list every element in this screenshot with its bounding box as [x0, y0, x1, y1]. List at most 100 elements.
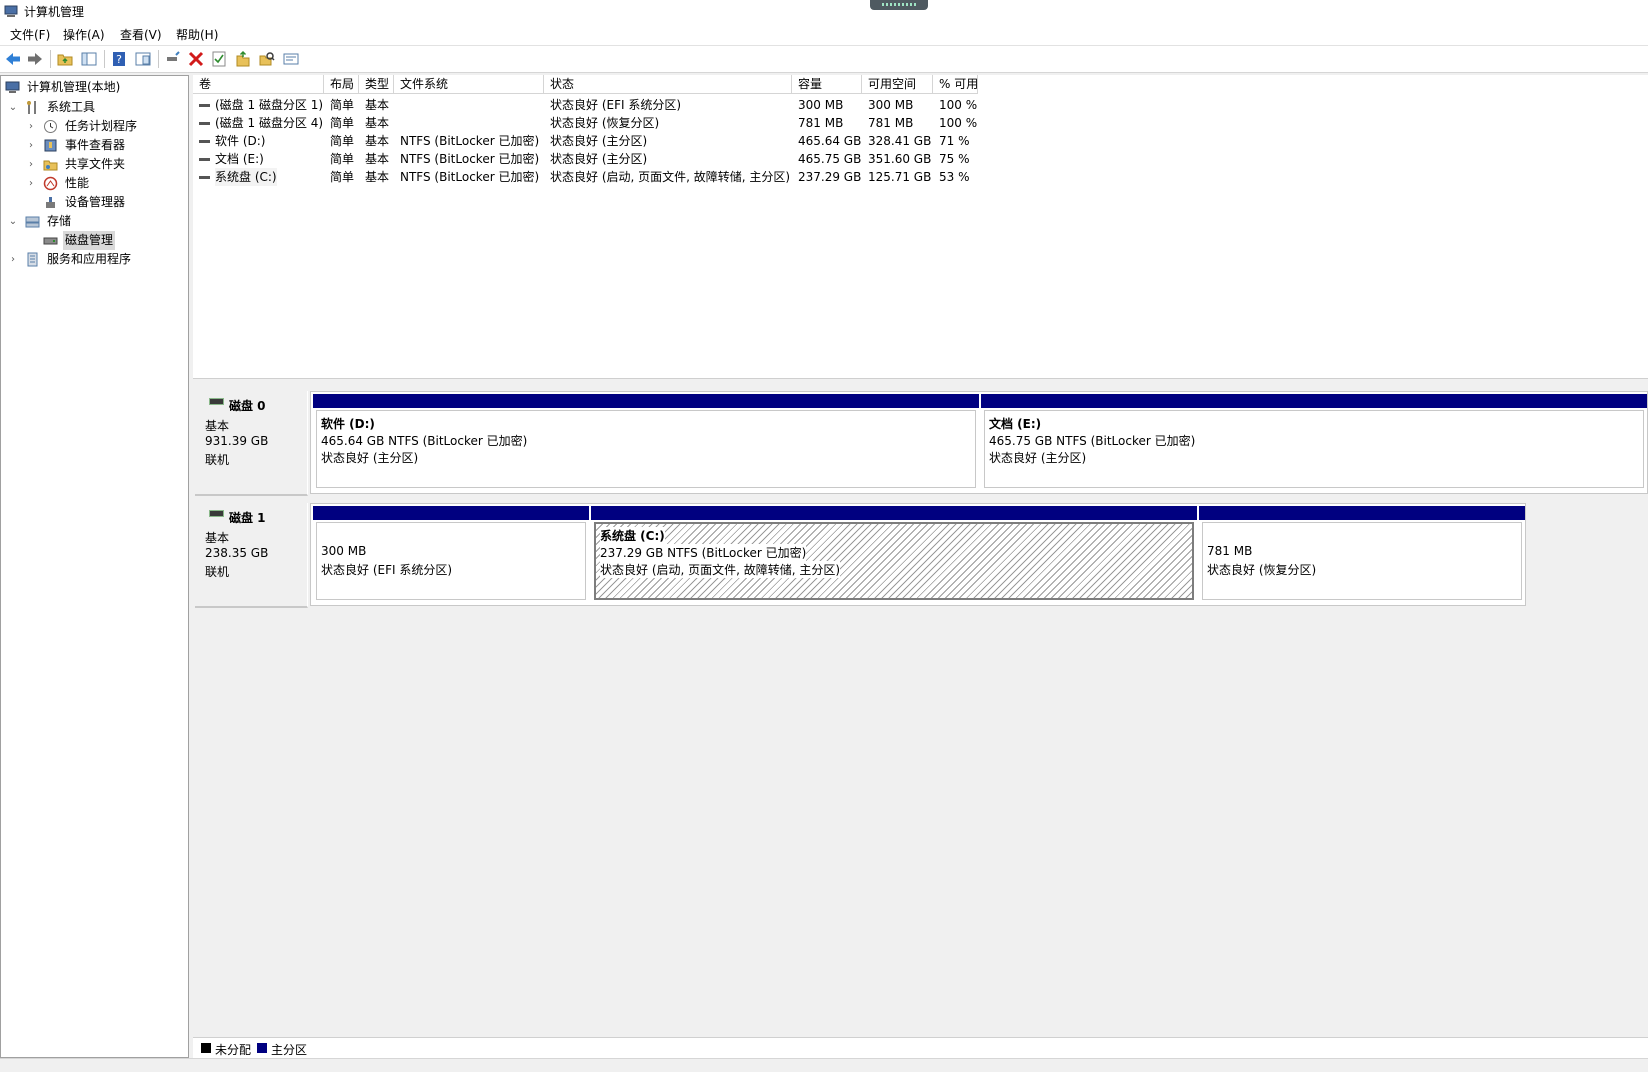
disk-size: 238.35 GB	[205, 546, 269, 560]
show-tree-icon[interactable]	[80, 50, 98, 68]
chevron-right-icon[interactable]: ›	[25, 136, 37, 155]
partition-body: 300 MB 状态良好 (EFI 系统分区)	[316, 522, 586, 600]
partition-status: 状态良好 (主分区)	[321, 451, 419, 465]
back-icon[interactable]	[4, 50, 22, 68]
up-folder-icon[interactable]	[56, 50, 74, 68]
search-icon[interactable]	[258, 50, 276, 68]
event-viewer-icon	[44, 139, 57, 152]
chevron-right-icon[interactable]: ›	[25, 117, 37, 136]
storage-icon	[25, 216, 40, 228]
performance-icon	[43, 176, 58, 191]
svg-text:?: ?	[116, 53, 122, 66]
cell-volume: 系统盘 (C:)	[215, 168, 277, 186]
chevron-right-icon[interactable]: ›	[7, 250, 19, 269]
window-grabber[interactable]	[870, 0, 928, 10]
partition-c[interactable]: 系统盘 (C:) 237.29 GB NTFS (BitLocker 已加密) …	[591, 506, 1197, 603]
partition-info: 300 MB	[321, 544, 367, 558]
tree-item-storage[interactable]: ⌄ 存储	[7, 212, 183, 231]
tree-item-event-viewer[interactable]: › 事件查看器	[25, 136, 185, 155]
delete-icon[interactable]	[187, 50, 205, 68]
cell-volume: (磁盘 1 磁盘分区 4)	[215, 116, 324, 130]
column-header-volume[interactable]: 卷	[193, 75, 324, 94]
cell-type: 基本	[365, 170, 390, 184]
partition-info: 465.75 GB NTFS (BitLocker 已加密)	[989, 434, 1196, 448]
partition-bar	[313, 394, 979, 408]
column-header-layout[interactable]: 布局	[324, 75, 359, 94]
menu-action[interactable]: 操作(A)	[63, 26, 105, 43]
tree-item-label: 系统工具	[47, 100, 96, 114]
partition-d[interactable]: 软件 (D:) 465.64 GB NTFS (BitLocker 已加密) 状…	[313, 394, 979, 491]
tree-item-root[interactable]: 计算机管理(本地)	[5, 78, 185, 97]
device-manager-icon	[46, 197, 55, 208]
column-header-free-space[interactable]: 可用空间	[862, 75, 933, 94]
table-row[interactable]: (磁盘 1 磁盘分区 4) 简单 基本 状态良好 (恢复分区) 781 MB 7…	[193, 114, 1193, 132]
partition-efi[interactable]: 300 MB 状态良好 (EFI 系统分区)	[313, 506, 589, 603]
legend-swatch-primary	[257, 1043, 267, 1053]
check-icon[interactable]	[210, 50, 228, 68]
volume-icon	[199, 158, 210, 161]
column-header-percent-free[interactable]: % 可用	[933, 75, 978, 94]
cell-free-space: 300 MB	[868, 98, 914, 112]
cell-capacity: 300 MB	[798, 98, 844, 112]
open-folder-icon[interactable]	[234, 50, 252, 68]
navigation-tree: 计算机管理(本地) ⌄ 系统工具 › 任务计划程序 › 事件查看器 › 共享文件…	[0, 75, 189, 1058]
cell-layout: 简单	[330, 152, 355, 166]
cell-free-space: 351.60 GB	[868, 152, 932, 166]
column-header-filesystem[interactable]: 文件系统	[394, 75, 544, 94]
cell-type: 基本	[365, 152, 390, 166]
chevron-down-icon[interactable]: ⌄	[7, 98, 19, 117]
toolbar-separator	[50, 50, 51, 68]
column-header-type[interactable]: 类型	[359, 75, 394, 94]
chevron-right-icon[interactable]: ›	[25, 174, 37, 193]
column-header-capacity[interactable]: 容量	[792, 75, 862, 94]
menu-file[interactable]: 文件(F)	[10, 26, 50, 43]
help-icon[interactable]: ?	[110, 50, 128, 68]
cell-filesystem: NTFS (BitLocker 已加密)	[400, 134, 540, 148]
title-bar: 计算机管理	[0, 0, 1648, 22]
tree-item-services-apps[interactable]: › 服务和应用程序	[7, 250, 183, 269]
properties-icon[interactable]	[282, 50, 300, 68]
partition-e[interactable]: 文档 (E:) 465.75 GB NTFS (BitLocker 已加密) 状…	[981, 394, 1647, 491]
disk-type: 基本	[205, 419, 230, 433]
forward-icon[interactable]	[26, 50, 44, 68]
tree-item-performance[interactable]: › 性能	[25, 174, 185, 193]
tree-item-shared-folders[interactable]: › 共享文件夹	[25, 155, 185, 174]
legend-label-primary: 主分区	[271, 1043, 308, 1057]
tree-item-label: 磁盘管理	[63, 231, 116, 250]
connect-icon[interactable]	[164, 50, 182, 68]
column-header-status[interactable]: 状态	[544, 75, 792, 94]
tree-item-disk-management[interactable]: 磁盘管理	[25, 231, 185, 250]
chevron-right-icon[interactable]: ›	[25, 155, 37, 174]
disk-icon	[209, 398, 224, 405]
tree-item-device-manager[interactable]: 设备管理器	[25, 193, 185, 212]
cell-layout: 简单	[330, 170, 355, 184]
partition-title: 系统盘 (C:)	[600, 527, 665, 544]
cell-percent-free: 100 %	[939, 98, 978, 112]
disk-0-label[interactable]: 磁盘 0 基本 931.39 GB 联机	[195, 391, 308, 496]
partition-body-selected: 系统盘 (C:) 237.29 GB NTFS (BitLocker 已加密) …	[594, 522, 1194, 600]
menu-help[interactable]: 帮助(H)	[176, 26, 218, 43]
menu-view[interactable]: 查看(V)	[120, 26, 162, 43]
cell-layout: 简单	[330, 116, 355, 130]
disk-1-label[interactable]: 磁盘 1 基本 238.35 GB 联机	[195, 503, 308, 608]
cell-capacity: 237.29 GB	[798, 170, 862, 184]
table-row[interactable]: (磁盘 1 磁盘分区 1) 简单 基本 状态良好 (EFI 系统分区) 300 …	[193, 96, 1193, 114]
partition-info: 465.64 GB NTFS (BitLocker 已加密)	[321, 434, 528, 448]
volume-icon	[199, 140, 210, 143]
cell-status: 状态良好 (主分区)	[550, 152, 648, 166]
partition-info: 237.29 GB NTFS (BitLocker 已加密)	[600, 544, 807, 561]
table-row[interactable]: 系统盘 (C:) 简单 基本 NTFS (BitLocker 已加密) 状态良好…	[193, 168, 1193, 186]
partition-title: 软件 (D:)	[321, 417, 375, 431]
table-row[interactable]: 文档 (E:) 简单 基本 NTFS (BitLocker 已加密) 状态良好 …	[193, 150, 1193, 168]
table-row[interactable]: 软件 (D:) 简单 基本 NTFS (BitLocker 已加密) 状态良好 …	[193, 132, 1193, 150]
partition-bar	[591, 506, 1197, 520]
cell-status: 状态良好 (恢复分区)	[550, 116, 660, 130]
tree-item-system-tools[interactable]: ⌄ 系统工具	[7, 98, 183, 117]
partition-recovery[interactable]: 781 MB 状态良好 (恢复分区)	[1199, 506, 1525, 603]
legend-swatch-unallocated	[201, 1043, 211, 1053]
console-icon[interactable]	[134, 50, 152, 68]
toolbar: ?	[0, 46, 1648, 73]
tree-item-task-scheduler[interactable]: › 任务计划程序	[25, 117, 185, 136]
volume-list: 卷 布局 类型 文件系统 状态 容量 可用空间 % 可用 (磁盘 1 磁盘分区 …	[193, 75, 1648, 382]
chevron-down-icon[interactable]: ⌄	[7, 212, 19, 231]
